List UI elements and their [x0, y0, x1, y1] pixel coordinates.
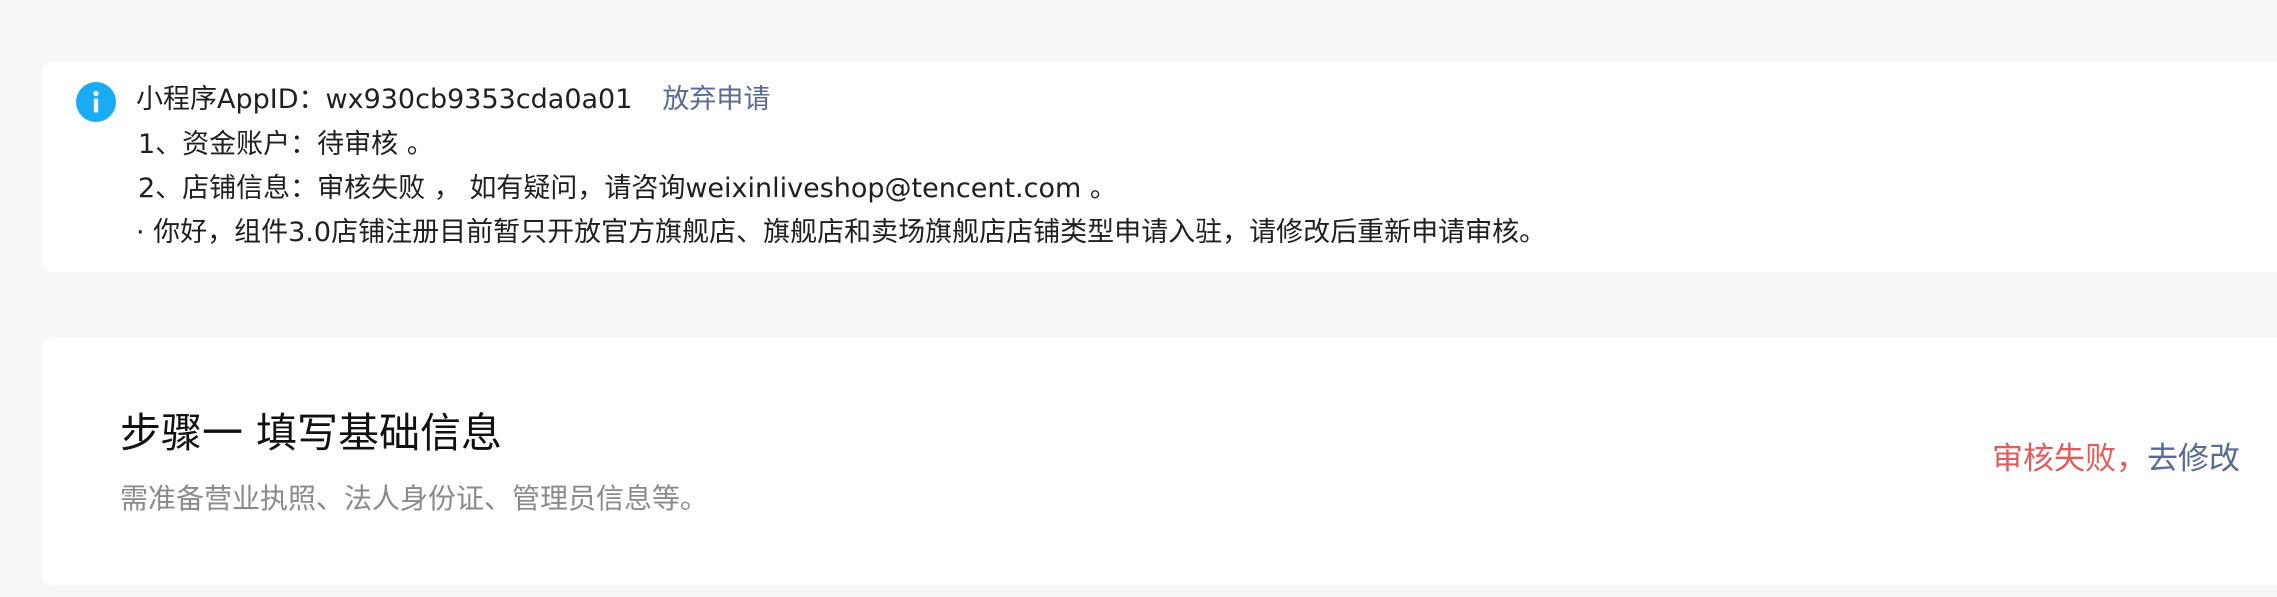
rejection-reason: · 你好，组件3.0店铺注册目前暂只开放官方旗舰店、旗舰店和卖场旗舰店店铺类型申…: [136, 217, 1547, 248]
appid-row: 小程序AppID：wx930cb9353cda0a01 放弃申请: [136, 80, 770, 120]
audit-notice-card: 小程序AppID：wx930cb9353cda0a01 放弃申请 1、资金账户：待…: [42, 62, 2277, 272]
step-title: 步骤一 填写基础信息: [120, 409, 503, 457]
appid-value: wx930cb9353cda0a01: [325, 84, 633, 115]
go-edit-link[interactable]: 去修改: [2147, 441, 2240, 477]
appid-label: 小程序AppID：: [136, 84, 326, 115]
abandon-application-link[interactable]: 放弃申请: [662, 84, 770, 115]
step-one-card: 步骤一 填写基础信息 需准备营业执照、法人身份证、管理员信息等。 审核失败，去修…: [42, 337, 2277, 585]
status-separator: ，: [2116, 441, 2147, 477]
funds-account-status: 1、资金账户：待审核 。: [138, 129, 434, 160]
step-description: 需准备营业执照、法人身份证、管理员信息等。: [120, 482, 709, 515]
info-icon: [76, 82, 116, 122]
step-status: 审核失败，去修改: [1992, 437, 2240, 481]
status-fail-text: 审核失败: [1992, 441, 2116, 477]
store-info-status: 2、店铺信息：审核失败 ， 如有疑问，请咨询weixinliveshop@ten…: [138, 173, 1117, 204]
